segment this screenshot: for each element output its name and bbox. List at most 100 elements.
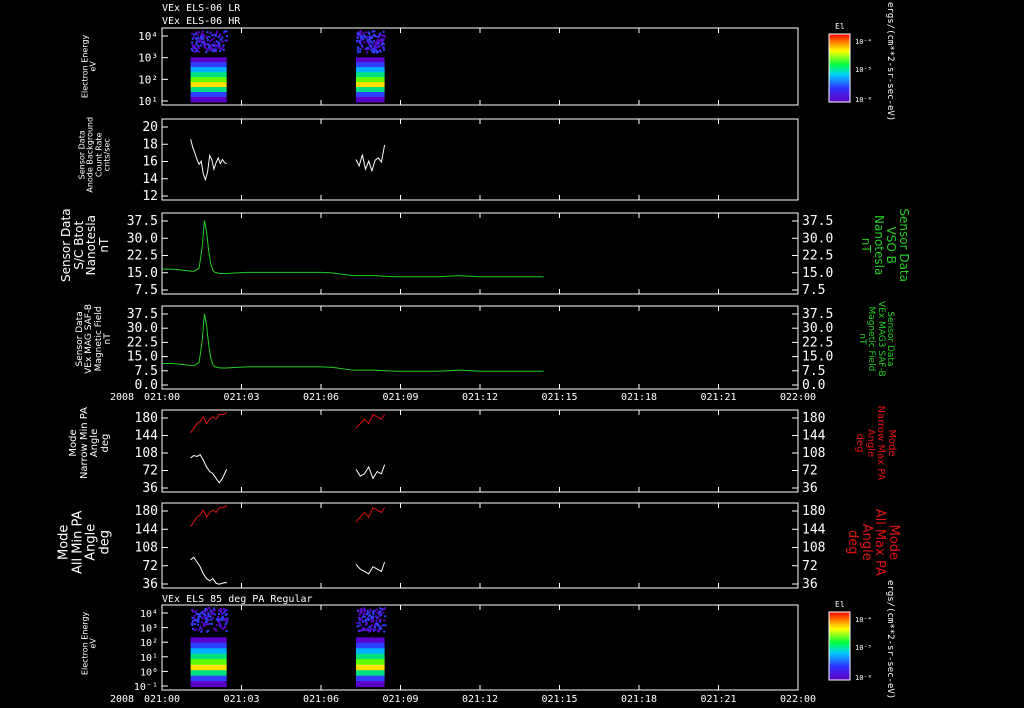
spectrogram-pixel xyxy=(191,623,193,625)
panel-4-ylabel-right: Sensor Data VEx MAG3 SAF-B Magnetic Fiel… xyxy=(856,284,894,394)
spectrogram-pixel xyxy=(226,621,228,623)
spectrogram-pixel xyxy=(217,616,219,618)
spectrogram-pixel xyxy=(226,630,228,632)
time-tick-label: 021:18 xyxy=(621,392,657,403)
spectrogram-pixel xyxy=(381,43,383,45)
spectrogram-pixel xyxy=(206,31,208,33)
spectrogram-pixel xyxy=(372,611,374,613)
y-tick-label: 10⁴ xyxy=(140,609,158,620)
spectrogram-pixel xyxy=(204,614,206,616)
spectrogram-pixel xyxy=(226,620,228,622)
colorbar-top-unit: ergs/(cm**2-sr-sec-eV) xyxy=(885,2,895,121)
spectrogram-pixel xyxy=(207,39,209,41)
spectrogram-pixel xyxy=(220,48,222,50)
y-tick-label: 144 xyxy=(135,429,159,444)
y-tick-label-right: 144 xyxy=(802,522,826,537)
spectrogram-band xyxy=(191,637,227,643)
y-tick-label: 144 xyxy=(135,522,159,537)
spectrogram-pixel xyxy=(208,36,210,38)
spectrogram-pixel xyxy=(366,613,368,615)
colorbar-bottom-tick-3: 10⁻⁶ xyxy=(855,674,872,682)
spectrogram-pixel xyxy=(373,48,375,50)
y-tick-label: 10¹ xyxy=(138,95,158,108)
spectrogram-pixel xyxy=(368,43,370,45)
colorbar-bottom-tick-1: 10⁻⁴ xyxy=(855,616,872,624)
spectrogram-pixel xyxy=(206,36,208,38)
spectrogram-pixel xyxy=(368,631,370,633)
spectrogram-pixel xyxy=(367,36,369,38)
time-tick-label: 021:06 xyxy=(303,392,339,403)
spectrogram-pixel xyxy=(194,51,196,53)
spectrogram-pixel xyxy=(362,628,364,630)
series-max-pa xyxy=(191,412,227,433)
y-tick-label: 36 xyxy=(142,481,158,496)
panel-6-ylabel-right: Mode All Max PA Angle deg xyxy=(845,480,900,605)
spectrogram-pixel xyxy=(216,618,218,620)
spectrogram-pixel xyxy=(357,51,359,53)
spectrogram-pixel xyxy=(192,620,194,622)
spectrogram-pixel xyxy=(203,611,205,613)
spectrogram-pixel xyxy=(209,40,211,42)
spectrogram-pixel xyxy=(195,38,197,40)
header-line2: VEx ELS-06 HR xyxy=(162,16,241,27)
spectrogram-pixel xyxy=(364,616,366,618)
spectrogram-pixel xyxy=(384,615,386,617)
spectrogram-band xyxy=(191,77,227,82)
spectrogram-pixel xyxy=(191,33,193,35)
y-tick-label: 37.5 xyxy=(127,307,158,322)
y-tick-label: 16 xyxy=(142,155,158,170)
y-tick-label: 12 xyxy=(142,189,158,204)
spectrogram-pixel xyxy=(196,613,198,615)
spectrogram-pixel xyxy=(373,34,375,36)
spectrogram-pixel xyxy=(370,36,372,38)
spectrogram-pixel xyxy=(199,626,201,628)
panel-1-frame xyxy=(162,28,798,105)
spectrogram-band xyxy=(191,92,227,97)
spectrogram-pixel xyxy=(197,621,199,623)
spectrogram-pixel xyxy=(366,41,368,43)
time-tick-label: 021:21 xyxy=(700,694,736,705)
spectrogram-pixel xyxy=(198,629,200,631)
spectrogram-band xyxy=(191,654,227,660)
y-tick-label: 10³ xyxy=(140,624,158,635)
spectrogram-band xyxy=(356,87,385,92)
time-tick-label: 021:03 xyxy=(223,392,259,403)
spectrogram-pixel xyxy=(219,50,221,52)
spectrogram-pixel xyxy=(212,617,214,619)
panel-4-ylabel: Sensor Data VEx MAG SAF-B Magnetic Field… xyxy=(76,284,114,394)
spectrogram-pixel xyxy=(365,31,367,33)
spectrogram-pixel xyxy=(191,617,193,619)
spectrogram-pixel xyxy=(370,628,372,630)
spectrogram-band xyxy=(191,681,227,687)
spectrogram-band xyxy=(356,57,385,62)
spectrogram-pixel xyxy=(376,50,378,52)
spectrogram-pixel xyxy=(200,44,202,46)
spectrogram-pixel xyxy=(224,620,226,622)
spectrogram-pixel xyxy=(378,41,380,43)
spectrogram-pixel xyxy=(365,622,367,624)
spectrogram-pixel xyxy=(359,48,361,50)
spectrogram-pixel xyxy=(375,629,377,631)
time-tick-label: 021:09 xyxy=(382,392,418,403)
time-tick-label: 021:12 xyxy=(462,392,498,403)
spectrogram-pixel xyxy=(201,629,203,631)
spectrogram-pixel xyxy=(220,619,222,621)
spectrogram-band xyxy=(356,92,385,97)
spectrogram-band xyxy=(191,643,227,649)
spectrogram-pixel xyxy=(370,609,372,611)
y-tick-label-right: 37.5 xyxy=(802,307,833,322)
y-tick-label: 0.0 xyxy=(135,378,158,393)
y-tick-label: 72 xyxy=(142,559,158,574)
spectrogram-band xyxy=(191,87,227,92)
spectrogram-pixel xyxy=(369,614,371,616)
spectrogram-pixel xyxy=(380,34,382,36)
spectrogram-pixel xyxy=(225,30,227,32)
line-series xyxy=(162,139,544,584)
y-tick-label-right: 7.5 xyxy=(802,283,825,298)
spectrogram-pixel xyxy=(378,35,380,37)
spectrogram-pixel xyxy=(372,620,374,622)
colorbar-bottom-title: El xyxy=(835,600,845,609)
spectrogram-pixel xyxy=(194,619,196,621)
spectrogram-pixel xyxy=(357,47,359,49)
spectrogram-pixel xyxy=(214,34,216,36)
